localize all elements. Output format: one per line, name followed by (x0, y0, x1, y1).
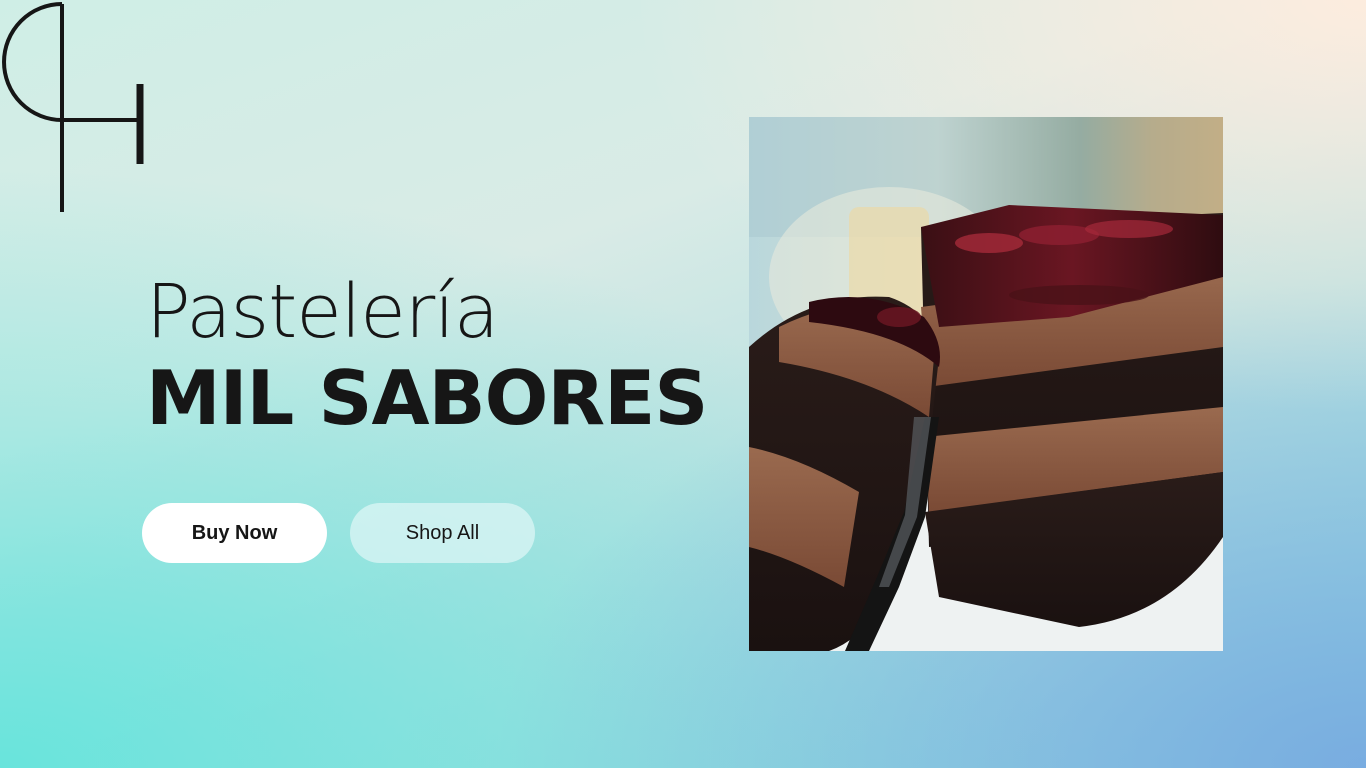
shop-all-button[interactable]: Shop All (350, 503, 535, 563)
chocolate-cake-image (749, 117, 1223, 651)
hero-title: MIL SABORES (146, 354, 708, 442)
hero-heading: Pastelería MIL SABORES (146, 270, 746, 442)
buy-now-button[interactable]: Buy Now (142, 503, 327, 563)
cake-photo (749, 117, 1223, 651)
logo-monogram-icon[interactable] (0, 0, 160, 220)
hero-subtitle: Pastelería (146, 269, 499, 355)
